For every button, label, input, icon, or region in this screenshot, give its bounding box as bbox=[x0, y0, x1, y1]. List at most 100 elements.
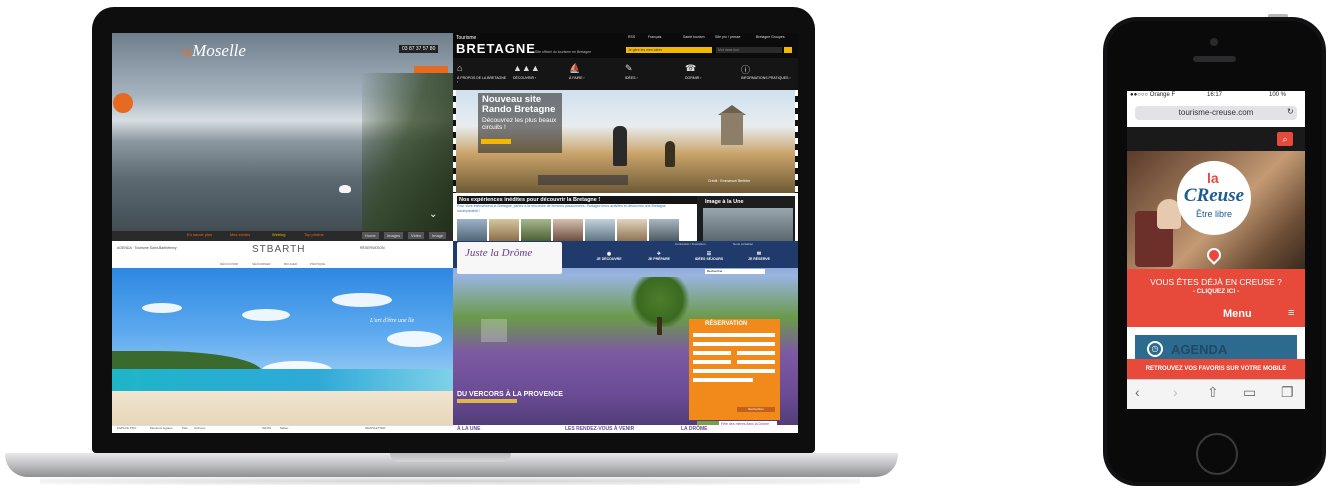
info-icon: ⓘ bbox=[741, 65, 751, 75]
drome-top-link[interactable]: Nous contacter bbox=[733, 242, 753, 246]
thumbnail[interactable] bbox=[553, 219, 583, 241]
moselle-link[interactable]: Top photos bbox=[304, 232, 324, 237]
bretagne-nav-item[interactable]: ⌂ À PROPOS DE LA BRETAGNE › bbox=[457, 63, 507, 84]
favorites-banner[interactable]: RETROUVEZ VOS FAVORIS SUR VOTRE MOBILE bbox=[1127, 359, 1305, 379]
moselle-link[interactable]: Weblog bbox=[272, 232, 286, 237]
moselle-phone[interactable]: 03 87 37 57 80 bbox=[399, 45, 439, 53]
drome-nav-item[interactable]: ✈ JE PRÉPARE bbox=[635, 251, 683, 261]
bretagne-site: Tourisme BRETAGNE Site officiel du touri… bbox=[453, 33, 798, 241]
moselle-tag[interactable] bbox=[414, 66, 448, 73]
phone-screen: ●●○○○ Orange F 16:17 100 % tourisme-creu… bbox=[1127, 91, 1305, 409]
carrier: ●●○○○ Orange F bbox=[1130, 92, 1176, 98]
thumbnail[interactable] bbox=[489, 219, 519, 241]
bretagne-top-link[interactable]: Français bbox=[648, 35, 661, 39]
drome-section-link[interactable]: LES RENDEZ-VOUS À VENIR bbox=[565, 426, 634, 432]
slider-thumbnails[interactable] bbox=[538, 175, 628, 185]
drome-nav-item[interactable]: ✉ JE RÉSERVE bbox=[735, 251, 783, 261]
bretagne-logo[interactable]: BRETAGNE bbox=[456, 41, 536, 56]
bretagne-nav-item[interactable]: ☎ DORMIR › bbox=[685, 63, 735, 80]
bretagne-nav-label: DORMIR › bbox=[685, 76, 702, 80]
drome-section-link[interactable]: À LA UNE bbox=[457, 426, 480, 432]
menu-button[interactable]: Menu bbox=[1223, 308, 1252, 320]
stbarth-nav-item[interactable]: PRATIQUE bbox=[310, 262, 325, 266]
search-icon[interactable]: ⌕ bbox=[1277, 132, 1293, 146]
reservation-search-button[interactable]: Rechercher bbox=[737, 407, 775, 412]
stbarth-reservation-link[interactable]: RÉSERVATION bbox=[360, 246, 385, 250]
stbarth-nav-item[interactable]: BOUGER bbox=[284, 262, 297, 266]
home-button[interactable] bbox=[1196, 433, 1238, 475]
drome-search-input[interactable]: Rechercher bbox=[705, 269, 765, 274]
moselle-nav-item[interactable]: Home bbox=[362, 232, 379, 239]
drome-section-link[interactable]: LA DRÔME bbox=[681, 426, 707, 432]
drome-banner-link[interactable] bbox=[457, 399, 517, 403]
moselle-nav-item[interactable]: Image bbox=[429, 232, 447, 239]
drome-nav-item[interactable]: ☰ IDÉES SÉJOURS bbox=[685, 251, 733, 261]
reservation-field[interactable] bbox=[693, 333, 775, 337]
forward-icon[interactable]: › bbox=[1173, 384, 1178, 400]
thumbnail[interactable] bbox=[617, 219, 647, 241]
image-une-photo[interactable] bbox=[703, 208, 793, 241]
search-button[interactable] bbox=[784, 47, 792, 53]
stbarth-footer-link[interactable]: ESPACE PRO bbox=[117, 426, 136, 430]
tabs-icon[interactable]: ❐ bbox=[1281, 384, 1294, 401]
thumbnail[interactable] bbox=[521, 219, 551, 241]
stbarth-footer-link[interactable]: Météo bbox=[280, 426, 288, 430]
stbarth-footer-link[interactable]: Mentions légales bbox=[150, 426, 173, 430]
bretagne-section-title: Nos expériences inédites pour découvrir … bbox=[457, 196, 699, 204]
reservation-field[interactable] bbox=[737, 351, 775, 355]
moselle-nav-item[interactable]: Video bbox=[408, 232, 425, 239]
reservation-field[interactable] bbox=[737, 360, 775, 364]
back-icon[interactable]: ‹ bbox=[1135, 384, 1140, 400]
thumbnail[interactable] bbox=[649, 219, 679, 241]
bretagne-hero-button[interactable] bbox=[481, 139, 511, 144]
stbarth-logo[interactable]: STBARTH bbox=[252, 244, 306, 255]
stbarth-footer-link[interactable]: Plan bbox=[182, 426, 188, 430]
creuse-logo-tagline: Être libre bbox=[1195, 209, 1232, 219]
moselle-nav-item[interactable]: Images bbox=[384, 232, 404, 239]
bretagne-nav-item[interactable]: ▲▲▲ DÉCOUVRIR › bbox=[513, 63, 563, 80]
moselle-logo[interactable]: laMoselle bbox=[182, 41, 246, 61]
bretagne-nav-item[interactable]: ✎ IDÉES › bbox=[625, 63, 675, 80]
bretagne-top-link[interactable]: Santé tourism bbox=[683, 35, 705, 39]
moselle-logo-la: la bbox=[182, 44, 193, 59]
stbarth-agenda-link[interactable]: AGENDA · Tourisme Saint-Barthélemy bbox=[117, 246, 177, 250]
reservation-field[interactable] bbox=[693, 360, 731, 364]
reservation-field[interactable] bbox=[693, 342, 775, 346]
reload-icon[interactable]: ↻ bbox=[1287, 107, 1294, 116]
bretagne-search-input[interactable]: Mot dans tout bbox=[716, 47, 782, 53]
moselle-link[interactable]: Mes envies bbox=[230, 232, 250, 237]
stbarth-tagline: L'art d'être une île bbox=[370, 318, 415, 324]
drome-top-link[interactable]: Connexion / Inscription bbox=[675, 242, 706, 246]
bretagne-top-link[interactable]: Site pro / presse bbox=[715, 35, 740, 39]
stbarth-footer-link[interactable]: Archives bbox=[194, 426, 206, 430]
share-icon[interactable]: ⇧ bbox=[1207, 384, 1219, 401]
drome-nav-label: JE DÉCOUVRE bbox=[596, 257, 622, 261]
thumbnail[interactable] bbox=[457, 219, 487, 241]
bretagne-nav-item[interactable]: ⛵ À FAIRE › bbox=[569, 63, 619, 80]
bretagne-nav-item[interactable]: ⓘ INFORMATIONS PRATIQUES › bbox=[741, 63, 796, 80]
stbarth-nav-item[interactable]: SÉJOURNER bbox=[252, 262, 271, 266]
reservation-field[interactable] bbox=[693, 378, 753, 382]
moselle-badge[interactable] bbox=[113, 93, 133, 113]
drome-nav-item[interactable]: ◉ JE DÉCOUVRE bbox=[585, 251, 633, 261]
creuse-cta-link[interactable]: - CLIQUEZ ICI - bbox=[1127, 288, 1305, 295]
bretagne-top-link[interactable]: Bretagne Groupes bbox=[756, 35, 785, 39]
reservation-field[interactable] bbox=[693, 351, 731, 355]
stbarth-footer-link[interactable]: INFOS bbox=[262, 426, 271, 430]
drome-nav-label: JE PRÉPARE bbox=[648, 257, 670, 261]
stbarth-nav-item[interactable]: DÉCOUVRIR bbox=[220, 262, 238, 266]
laptop-notch bbox=[390, 453, 511, 462]
reservation-field[interactable] bbox=[693, 369, 775, 373]
creuse-logo-name: CReuse bbox=[1183, 185, 1245, 206]
hamburger-icon[interactable]: ≡ bbox=[1288, 307, 1294, 319]
camera-icon bbox=[1210, 38, 1218, 46]
bookmarks-icon[interactable]: ▭ bbox=[1243, 384, 1256, 401]
agenda-label: AGENDA bbox=[1171, 342, 1228, 357]
bretagne-idea-select[interactable]: Je gère les mes idées bbox=[626, 47, 712, 53]
stbarth-footer-link[interactable]: NEWSLETTER bbox=[365, 426, 386, 430]
moselle-link[interactable]: En savoir plus bbox=[187, 232, 212, 237]
bretagne-top-link[interactable]: RSS bbox=[628, 35, 635, 39]
address-bar[interactable]: tourisme-creuse.com bbox=[1135, 106, 1297, 120]
thumbnail[interactable] bbox=[585, 219, 615, 241]
chevron-down-icon[interactable]: ⌄ bbox=[429, 209, 437, 220]
